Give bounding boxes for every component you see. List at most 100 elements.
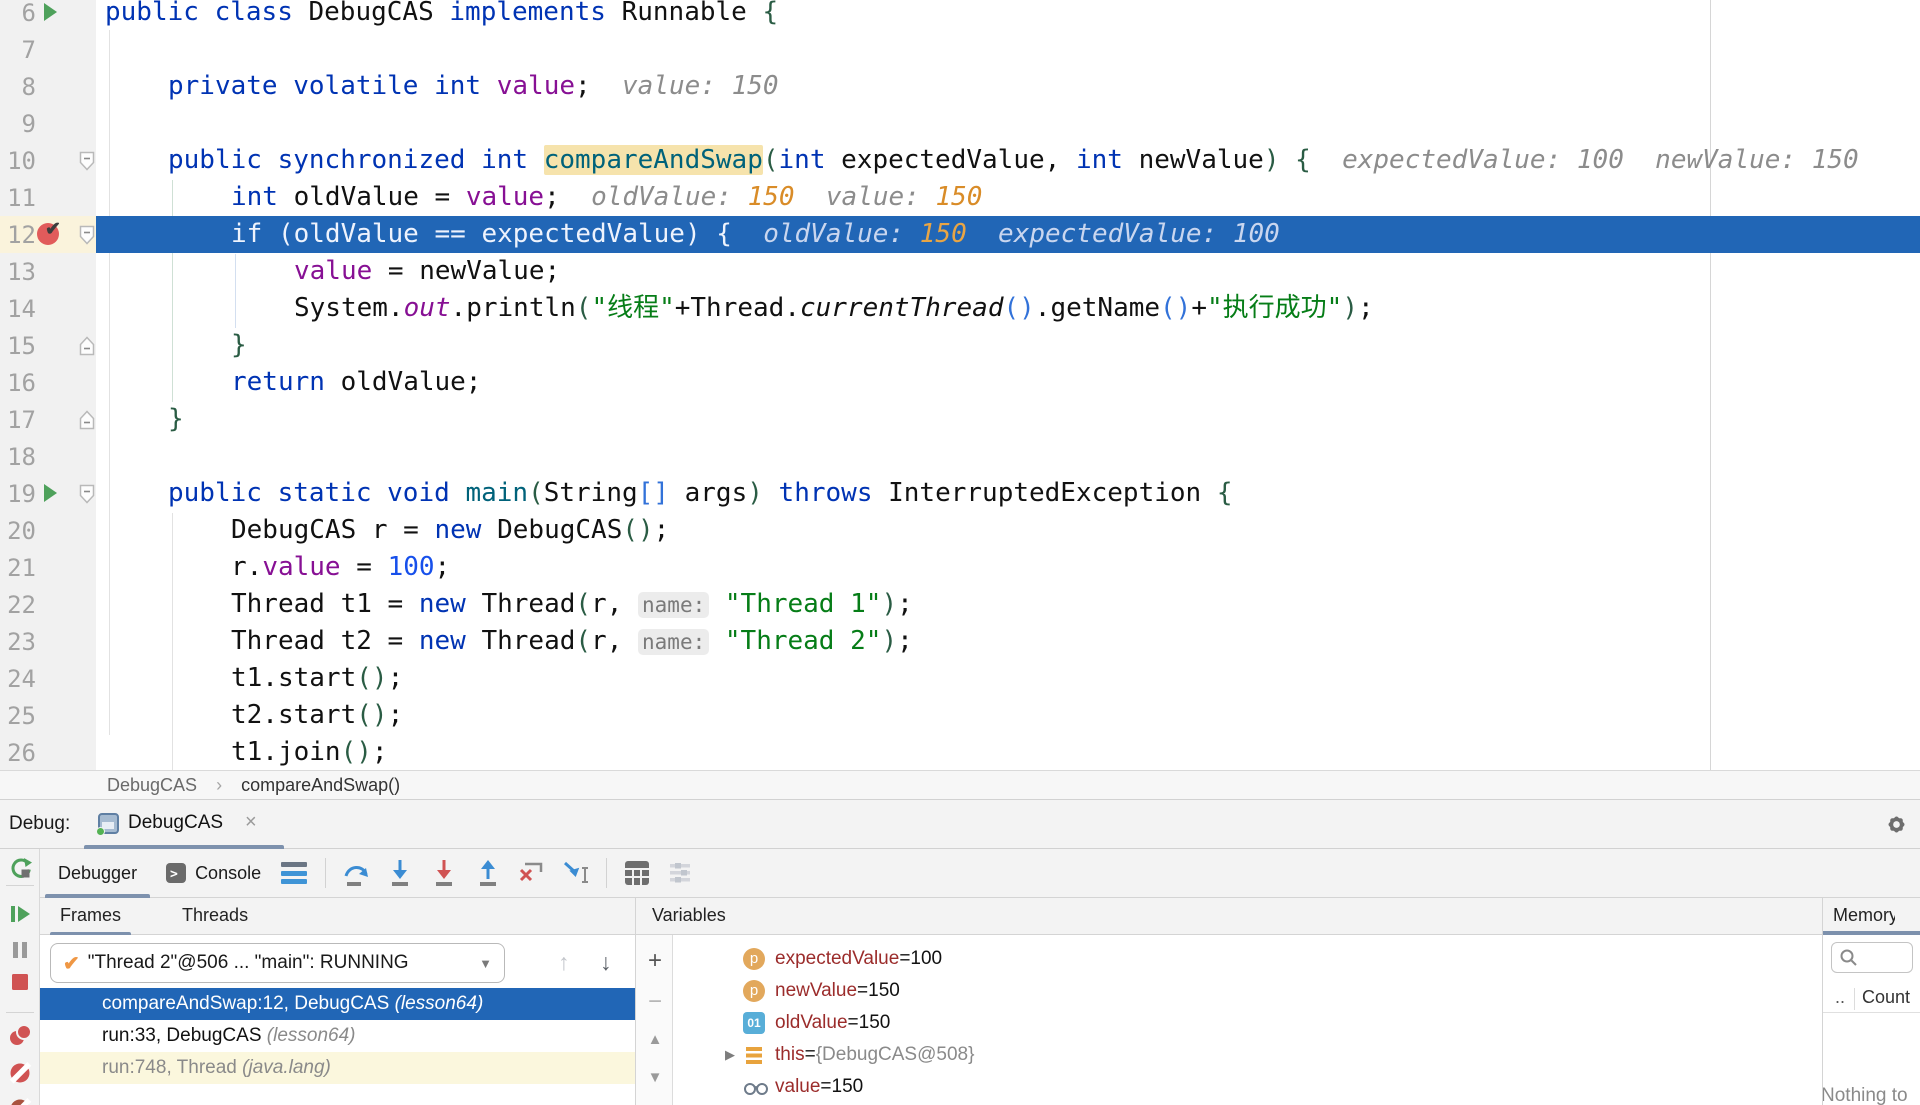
- memory-search-input[interactable]: [1831, 942, 1913, 973]
- breadcrumb-class[interactable]: DebugCAS: [107, 775, 197, 795]
- code-line-14[interactable]: 14 System.out.println("线程"+Thread.current…: [0, 290, 1920, 327]
- gutter-line-16[interactable]: 16: [0, 364, 96, 401]
- line-number: 9: [21, 110, 36, 138]
- parameter-icon: p: [743, 980, 765, 1002]
- step-into-icon[interactable]: [385, 858, 415, 888]
- code-line-26[interactable]: 26 t1.join();: [0, 734, 1920, 770]
- gutter-line-24[interactable]: 24: [0, 660, 96, 697]
- force-step-into-icon[interactable]: [429, 858, 459, 888]
- drop-frame-icon[interactable]: [517, 858, 547, 888]
- step-over-icon[interactable]: [341, 858, 371, 888]
- code-line-7[interactable]: 7: [0, 31, 1920, 68]
- gutter-line-18[interactable]: 18: [0, 438, 96, 475]
- code-line-22[interactable]: 22 Thread t1 = new Thread(r, name: "Threa…: [0, 586, 1920, 623]
- step-out-icon[interactable]: [473, 858, 503, 888]
- rerun-debug-icon[interactable]: [8, 856, 33, 886]
- code-line-23[interactable]: 23 Thread t2 = new Thread(r, name: "Threa…: [0, 623, 1920, 660]
- gutter-line-19[interactable]: 19: [0, 475, 96, 512]
- layout-settings-icon[interactable]: [281, 862, 308, 884]
- code-line-25[interactable]: 25 t2.start();: [0, 697, 1920, 734]
- code-line-12[interactable]: 12 ✔ if (oldValue == expectedValue) { oldV…: [0, 216, 1920, 253]
- gutter-line-22[interactable]: 22: [0, 586, 96, 623]
- code-line-16[interactable]: 16 return oldValue;: [0, 364, 1920, 401]
- resume-icon[interactable]: [8, 902, 32, 931]
- gutter-line-8[interactable]: 8: [0, 68, 96, 105]
- view-breakpoints-icon[interactable]: [8, 1023, 33, 1053]
- run-icon[interactable]: [44, 484, 57, 502]
- debug-session-tab[interactable]: DebugCAS ×: [84, 800, 284, 849]
- gutter-line-10[interactable]: 10: [0, 142, 96, 179]
- disabled-breakpoint-icon[interactable]: [8, 1097, 33, 1105]
- code-line-24[interactable]: 24 t1.start();: [0, 660, 1920, 697]
- variable-row-value[interactable]: value = 150: [673, 1071, 1822, 1103]
- code-line-13[interactable]: 13 value = newValue;: [0, 253, 1920, 290]
- breadcrumb-method[interactable]: compareAndSwap(): [241, 775, 400, 795]
- gutter-line-6[interactable]: 6: [0, 0, 96, 31]
- code-line-21[interactable]: 21 r.value = 100;: [0, 549, 1920, 586]
- next-frame-icon[interactable]: ↓: [600, 949, 612, 976]
- gutter-line-11[interactable]: 11: [0, 179, 96, 216]
- code-line-9[interactable]: 9: [0, 105, 1920, 142]
- tab-threads[interactable]: Threads: [170, 898, 260, 935]
- expand-arrow-icon[interactable]: ▶: [717, 1047, 743, 1063]
- stream-trace-icon[interactable]: [666, 858, 696, 888]
- code-line-15[interactable]: 15}: [0, 327, 1920, 364]
- run-icon[interactable]: [44, 3, 57, 21]
- code-line-17[interactable]: 17}: [0, 401, 1920, 438]
- code-line-18[interactable]: 18: [0, 438, 1920, 475]
- gutter-line-26[interactable]: 26: [0, 734, 96, 770]
- variable-row-newValue[interactable]: p newValue = 150: [673, 975, 1822, 1007]
- code-editor[interactable]: 6 public class DebugCAS implements Runnab…: [0, 0, 1920, 770]
- scroll-down-icon[interactable]: ▼: [636, 1069, 674, 1086]
- code-line-10[interactable]: 10 public synchronized int compareAndSwap…: [0, 142, 1920, 179]
- tab-frames[interactable]: Frames: [48, 898, 133, 936]
- gutter-line-12[interactable]: 12 ✔: [0, 216, 96, 253]
- gutter-line-17[interactable]: 17: [0, 401, 96, 438]
- gutter-line-25[interactable]: 25: [0, 697, 96, 734]
- variable-row-this[interactable]: ▶ this = {DebugCAS@508}: [673, 1039, 1822, 1071]
- fold-marker-icon[interactable]: [79, 151, 95, 176]
- close-icon[interactable]: ×: [245, 811, 257, 834]
- variable-row-oldValue[interactable]: 01 oldValue = 150: [673, 1007, 1822, 1039]
- gutter-line-15[interactable]: 15: [0, 327, 96, 364]
- stop-icon[interactable]: [8, 970, 32, 999]
- gear-icon[interactable]: [1885, 813, 1908, 841]
- code-line-6[interactable]: 6 public class DebugCAS implements Runnab…: [0, 0, 1920, 31]
- remove-watch-icon[interactable]: −: [636, 988, 674, 1016]
- memory-panel-header[interactable]: Memory: [1822, 898, 1920, 935]
- tab-debugger[interactable]: Debugger: [40, 849, 155, 898]
- add-watch-icon[interactable]: +: [636, 947, 674, 975]
- thread-selector-dropdown[interactable]: ✔ "Thread 2"@506 ... "main": RUNNING ▼: [50, 943, 505, 983]
- gutter-line-9[interactable]: 9: [0, 105, 96, 142]
- code-line-20[interactable]: 20 DebugCAS r = new DebugCAS();: [0, 512, 1920, 549]
- memory-columns-header[interactable]: .. Count: [1823, 985, 1920, 1013]
- search-icon: [1839, 948, 1859, 973]
- pause-icon[interactable]: [8, 938, 32, 967]
- gutter-line-7[interactable]: 7: [0, 31, 96, 68]
- gutter-line-23[interactable]: 23: [0, 623, 96, 660]
- scroll-up-icon[interactable]: ▲: [636, 1031, 674, 1048]
- mute-breakpoints-icon[interactable]: [8, 1061, 33, 1091]
- frame-row[interactable]: compareAndSwap:12, DebugCAS (lesson64): [40, 988, 635, 1020]
- code-line-8[interactable]: 8 private volatile int value; value: 150: [0, 68, 1920, 105]
- run-to-cursor-icon[interactable]: [561, 858, 591, 888]
- code-text: return oldValue;: [231, 367, 482, 397]
- gutter-line-13[interactable]: 13: [0, 253, 96, 290]
- code-line-19[interactable]: 19 public static void main(String[] args)…: [0, 475, 1920, 512]
- frames-panel-header: Frames Threads: [40, 898, 635, 936]
- gutter-line-21[interactable]: 21: [0, 549, 96, 586]
- gutter-line-20[interactable]: 20: [0, 512, 96, 549]
- tab-console[interactable]: Console: [195, 863, 261, 884]
- fold-marker-icon[interactable]: [79, 225, 95, 250]
- previous-frame-icon[interactable]: ↑: [558, 949, 570, 976]
- fold-marker-icon[interactable]: [79, 484, 95, 509]
- fold-marker-icon[interactable]: [79, 336, 95, 361]
- frame-row[interactable]: run:748, Thread (java.lang): [40, 1052, 635, 1084]
- frame-row[interactable]: run:33, DebugCAS (lesson64): [40, 1020, 635, 1052]
- gutter-line-14[interactable]: 14: [0, 290, 96, 327]
- code-line-11[interactable]: 11 int oldValue = value; oldValue: 150 va…: [0, 179, 1920, 216]
- fold-marker-icon[interactable]: [79, 410, 95, 435]
- evaluate-expression-icon[interactable]: [622, 858, 652, 888]
- variable-row-expectedValue[interactable]: p expectedValue = 100: [673, 943, 1822, 975]
